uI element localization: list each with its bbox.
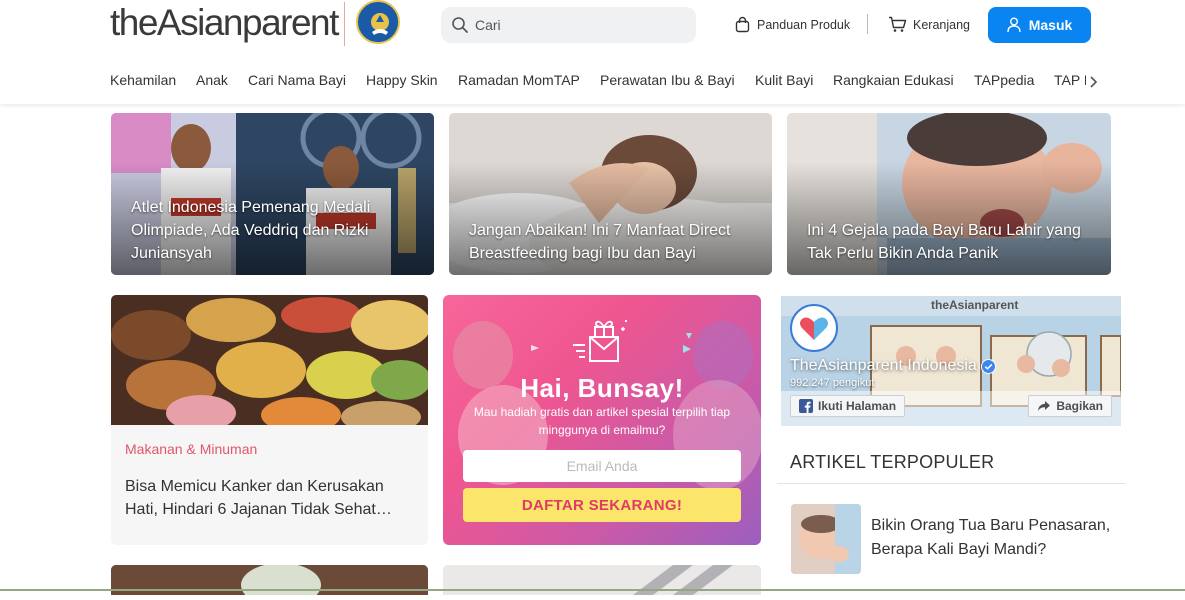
product-guide-link[interactable]: Panduan Produk: [734, 16, 850, 33]
subscribe-button[interactable]: DAFTAR SEKARANG!: [463, 488, 741, 522]
nav-item-anak[interactable]: Anak: [196, 72, 228, 88]
login-button[interactable]: Masuk: [988, 7, 1091, 43]
search-bar[interactable]: [441, 7, 696, 43]
nav-item-kulit-bayi[interactable]: Kulit Bayi: [755, 72, 813, 88]
share-arrow-icon: [1038, 401, 1051, 411]
newsletter-title: Hai, Bunsay!: [520, 373, 684, 403]
featured-title-2: Jangan Abaikan! Ini 7 Manfaat Direct Bre…: [469, 222, 731, 262]
article-image: [111, 295, 428, 425]
featured-article-2[interactable]: Jangan Abaikan! Ini 7 Manfaat Direct Bre…: [449, 113, 772, 275]
page-name-text: TheAsianparent Indonesia: [790, 357, 977, 374]
snacks-photo: [111, 295, 428, 425]
featured-title-3: Ini 4 Gejala pada Bayi Baru Lahir yang T…: [807, 222, 1081, 262]
login-label: Masuk: [1028, 17, 1073, 33]
article-title[interactable]: Bisa Memicu Kanker dan Kerusakan Hati, H…: [125, 475, 415, 521]
tut-wuri-handayani-logo: [356, 0, 400, 44]
nav-item-cari-nama-bayi[interactable]: Cari Nama Bayi: [248, 72, 346, 88]
popular-heading: ARTIKEL TERPOPULER: [790, 452, 995, 472]
follow-label: Ikuti Halaman: [818, 399, 897, 413]
share-label: Bagikan: [1056, 399, 1103, 413]
facebook-page-name[interactable]: TheAsianparent Indonesia: [790, 357, 996, 375]
cart-link[interactable]: Keranjang: [888, 16, 970, 33]
logo-divider: [344, 2, 345, 46]
site-logo[interactable]: theAsianparent: [110, 2, 339, 44]
chevron-right-icon: [1090, 76, 1098, 88]
product-guide-label: Panduan Produk: [757, 17, 851, 32]
article-card[interactable]: Makanan & Minuman Bisa Memicu Kanker dan…: [111, 295, 428, 545]
site-header: theAsianparent Panduan Produk Keranjang: [0, 0, 1185, 104]
gift-mail-icon: [573, 320, 627, 362]
cart-icon: [889, 16, 907, 32]
nav-item-kehamilan[interactable]: Kehamilan: [110, 72, 176, 88]
popular-article-title[interactable]: Bikin Orang Tua Baru Penasaran, Berapa K…: [871, 514, 1121, 562]
shopping-bag-icon: [735, 16, 750, 33]
featured-article-1[interactable]: Atlet Indonesia Pemenang Medali Olimpiad…: [111, 113, 434, 275]
nav-item-perawatan-ibu-bayi[interactable]: Perawatan Ibu & Bayi: [600, 72, 735, 88]
featured-article-3[interactable]: Ini 4 Gejala pada Bayi Baru Lahir yang T…: [787, 113, 1111, 275]
heart-logo-icon: [800, 317, 828, 340]
nav-item-rangkaian-edukasi[interactable]: Rangkaian Edukasi: [833, 72, 954, 88]
newsletter-signup: Hai, Bunsay! Mau hadiah gratis dan artik…: [443, 295, 761, 545]
email-field[interactable]: [463, 450, 741, 482]
nav-item-ramadan-momtap[interactable]: Ramadan MomTAP: [458, 72, 580, 88]
section-divider: [777, 483, 1126, 484]
follower-count: 992.247 pengikut: [790, 377, 875, 389]
newsletter-subtitle: Mau hadiah gratis dan artikel spesial te…: [473, 405, 731, 437]
facebook-page-widget[interactable]: theAsianparent TheAsianparent Indonesia …: [781, 296, 1121, 426]
cart-label: Keranjang: [913, 17, 970, 32]
nav-scroll-right[interactable]: [1086, 72, 1102, 92]
verified-icon: [980, 358, 996, 374]
search-icon: [452, 17, 468, 33]
share-button[interactable]: Bagikan: [1028, 395, 1112, 417]
nav-item-tappedia[interactable]: TAPpedia: [974, 72, 1034, 88]
featured-title-1: Atlet Indonesia Pemenang Medali Olimpiad…: [131, 199, 371, 262]
category-nav: Kehamilan Anak Cari Nama Bayi Happy Skin…: [110, 72, 1100, 92]
search-input[interactable]: [475, 15, 685, 35]
nav-item-happy-skin[interactable]: Happy Skin: [366, 72, 438, 88]
facebook-icon: [799, 399, 813, 413]
header-separator: [867, 14, 868, 34]
baby-photo: [791, 504, 861, 574]
article-category[interactable]: Makanan & Minuman: [125, 441, 257, 457]
user-icon: [1007, 17, 1021, 33]
follow-page-button[interactable]: Ikuti Halaman: [790, 395, 906, 417]
popular-article-thumbnail[interactable]: [791, 504, 861, 574]
popular-articles-section: ARTIKEL TERPOPULER Bikin Orang Tua Baru …: [777, 440, 1126, 600]
page-avatar: [790, 304, 838, 352]
cover-brand-text: theAsianparent: [931, 298, 1019, 312]
